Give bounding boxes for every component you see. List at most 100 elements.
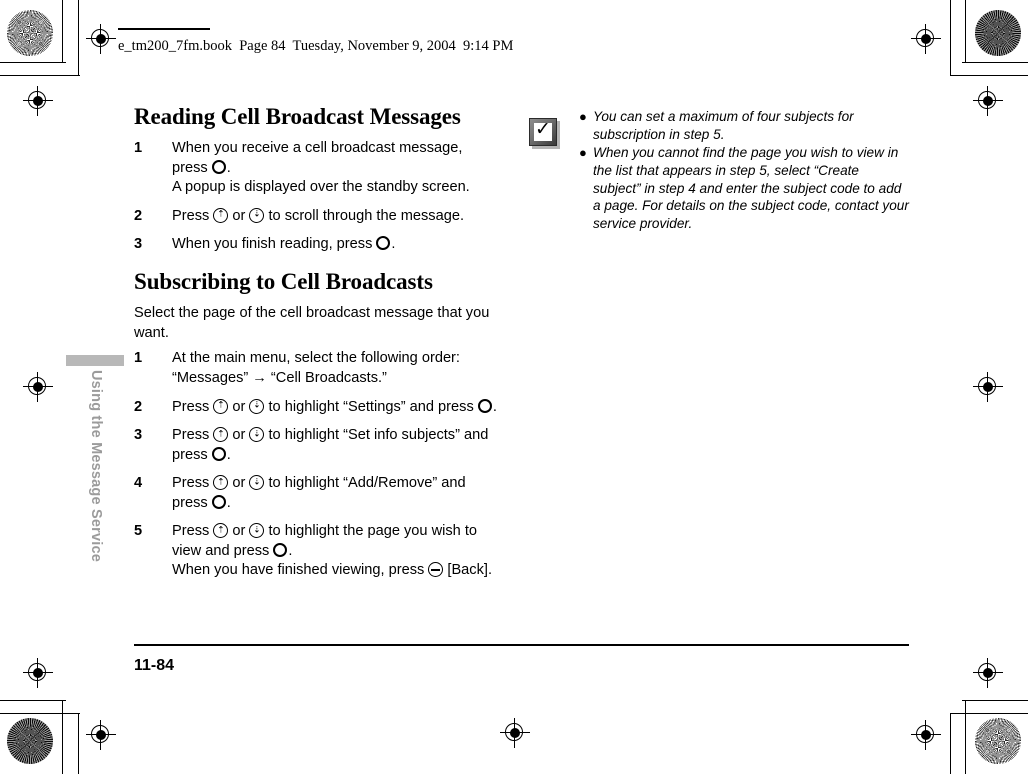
step-text-mid2: to highlight “Settings” and press bbox=[264, 398, 478, 415]
crop-mark-line bbox=[950, 0, 951, 75]
crop-mark-line bbox=[78, 713, 79, 774]
crop-mark-line bbox=[0, 700, 66, 701]
crop-mark-line bbox=[62, 0, 63, 62]
page-number: 11-84 bbox=[134, 657, 175, 674]
step-text: Press bbox=[172, 475, 214, 492]
list-item: 5 Press ⇡ or ⇣ to highlight the page you… bbox=[134, 522, 500, 581]
step-text-mid: or bbox=[228, 207, 250, 224]
crop-mark-line bbox=[962, 700, 1028, 701]
crop-mark-line bbox=[950, 713, 951, 774]
crop-mark-line bbox=[965, 0, 966, 62]
crop-mark-line bbox=[950, 75, 1028, 76]
registration-mark bbox=[86, 720, 116, 750]
step-text: Press bbox=[172, 207, 214, 224]
registration-mark bbox=[911, 720, 941, 750]
down-key-icon: ⇣ bbox=[249, 398, 265, 414]
step-text-tail: . bbox=[288, 542, 293, 559]
note-text: When you cannot find the page you wish t… bbox=[593, 145, 909, 232]
bullet-icon: ● bbox=[579, 108, 587, 124]
registration-star-target bbox=[975, 10, 1021, 56]
step-text-tail: to scroll through the message. bbox=[264, 207, 465, 224]
down-key-icon: ⇣ bbox=[249, 427, 265, 443]
crop-mark-line bbox=[965, 700, 966, 774]
step-text: Press bbox=[172, 427, 214, 444]
step-text: Press bbox=[172, 523, 214, 540]
step-subtext-before: When you have finished viewing, press bbox=[172, 562, 429, 579]
list-item: 3 When you finish reading, press . bbox=[134, 235, 500, 255]
registration-mark bbox=[23, 86, 53, 116]
steps-list-subscribing: 1 At the main menu, select the following… bbox=[134, 349, 500, 580]
side-tab-bar bbox=[66, 355, 124, 366]
step-number: 1 bbox=[134, 350, 143, 367]
list-item: 2 Press ⇡ or ⇣ to scroll through the mes… bbox=[134, 207, 500, 227]
file-header-line: e_tm200_7fm.book Page 84 Tuesday, Novemb… bbox=[118, 38, 514, 54]
note-check-icon: ✓ bbox=[529, 118, 560, 149]
list-item: ● You can set a maximum of four subjects… bbox=[579, 108, 909, 143]
step-number: 5 bbox=[134, 523, 143, 540]
registration-mark bbox=[973, 372, 1003, 402]
select-key-icon bbox=[477, 398, 493, 414]
note-column: ✓ ● You can set a maximum of four subjec… bbox=[529, 108, 909, 234]
crop-mark-line bbox=[950, 713, 1028, 714]
up-key-icon: ⇡ bbox=[213, 207, 229, 223]
down-key-icon: ⇣ bbox=[249, 207, 265, 223]
registration-mark bbox=[500, 718, 530, 748]
up-key-icon: ⇡ bbox=[213, 427, 229, 443]
section-title-reading: Reading Cell Broadcast Messages bbox=[134, 104, 461, 129]
crop-mark-line bbox=[962, 62, 1028, 63]
select-key-icon bbox=[376, 236, 391, 251]
step-text-mid: or bbox=[228, 427, 250, 444]
up-key-icon: ⇡ bbox=[213, 523, 229, 539]
back-key-icon bbox=[428, 562, 444, 578]
list-item: 4 Press ⇡ or ⇣ to highlight “Add/Remove”… bbox=[134, 474, 500, 513]
step-text-tail: . bbox=[492, 398, 497, 415]
step-text: At the main menu, select the following o… bbox=[172, 350, 460, 386]
registration-mark bbox=[911, 24, 941, 54]
list-item: 1 When you receive a cell broadcast mess… bbox=[134, 139, 500, 198]
up-key-icon: ⇡ bbox=[213, 398, 229, 414]
crop-mark-line bbox=[0, 75, 80, 76]
registration-star-target bbox=[7, 718, 53, 764]
list-item: 1 At the main menu, select the following… bbox=[134, 349, 500, 388]
down-key-icon: ⇣ bbox=[249, 475, 265, 491]
step-text-tail: . bbox=[226, 159, 231, 176]
registration-mark bbox=[973, 86, 1003, 116]
step-subtext: When you have finished viewing, press [B… bbox=[172, 561, 500, 581]
main-content-column: Reading Cell Broadcast Messages 1 When y… bbox=[134, 104, 500, 590]
step-subtext: A popup is displayed over the standby sc… bbox=[172, 179, 470, 196]
step-text-tail: . bbox=[226, 494, 231, 511]
step-text-mid: or bbox=[228, 475, 250, 492]
list-item: 3 Press ⇡ or ⇣ to highlight “Set info su… bbox=[134, 426, 500, 465]
step-number: 4 bbox=[134, 475, 143, 492]
registration-mark bbox=[23, 658, 53, 688]
step-text: Press bbox=[172, 398, 214, 415]
registration-mark bbox=[973, 658, 1003, 688]
step-text-tail: . bbox=[226, 446, 231, 463]
step-text-mid: or bbox=[228, 523, 250, 540]
step-text-tail: . bbox=[391, 236, 396, 253]
section-lead-text: Select the page of the cell broadcast me… bbox=[134, 305, 490, 341]
crop-mark-line bbox=[78, 0, 79, 75]
bullet-icon: ● bbox=[579, 144, 587, 160]
down-key-icon: ⇣ bbox=[249, 523, 265, 539]
step-text-mid: or bbox=[228, 398, 250, 415]
registration-star-target bbox=[7, 10, 53, 56]
up-key-icon: ⇡ bbox=[213, 475, 229, 491]
header-rule bbox=[118, 28, 210, 30]
select-key-icon bbox=[211, 494, 227, 510]
list-item: ● When you cannot find the page you wish… bbox=[579, 144, 909, 232]
note-text: You can set a maximum of four subjects f… bbox=[593, 109, 854, 142]
step-number: 2 bbox=[134, 207, 143, 224]
note-list: ● You can set a maximum of four subjects… bbox=[529, 108, 909, 233]
step-number: 3 bbox=[134, 427, 143, 444]
registration-star-target bbox=[975, 718, 1021, 764]
crop-mark-line bbox=[0, 62, 66, 63]
crop-mark-line bbox=[62, 700, 63, 774]
registration-mark bbox=[86, 24, 116, 54]
note-box: ✓ ● You can set a maximum of four subjec… bbox=[529, 108, 909, 233]
section-title-subscribing: Subscribing to Cell Broadcasts bbox=[134, 269, 433, 295]
step-number: 1 bbox=[134, 140, 143, 157]
select-key-icon bbox=[211, 159, 227, 175]
list-item: 2 Press ⇡ or ⇣ to highlight “Settings” a… bbox=[134, 398, 500, 418]
crop-mark-line bbox=[0, 713, 80, 714]
